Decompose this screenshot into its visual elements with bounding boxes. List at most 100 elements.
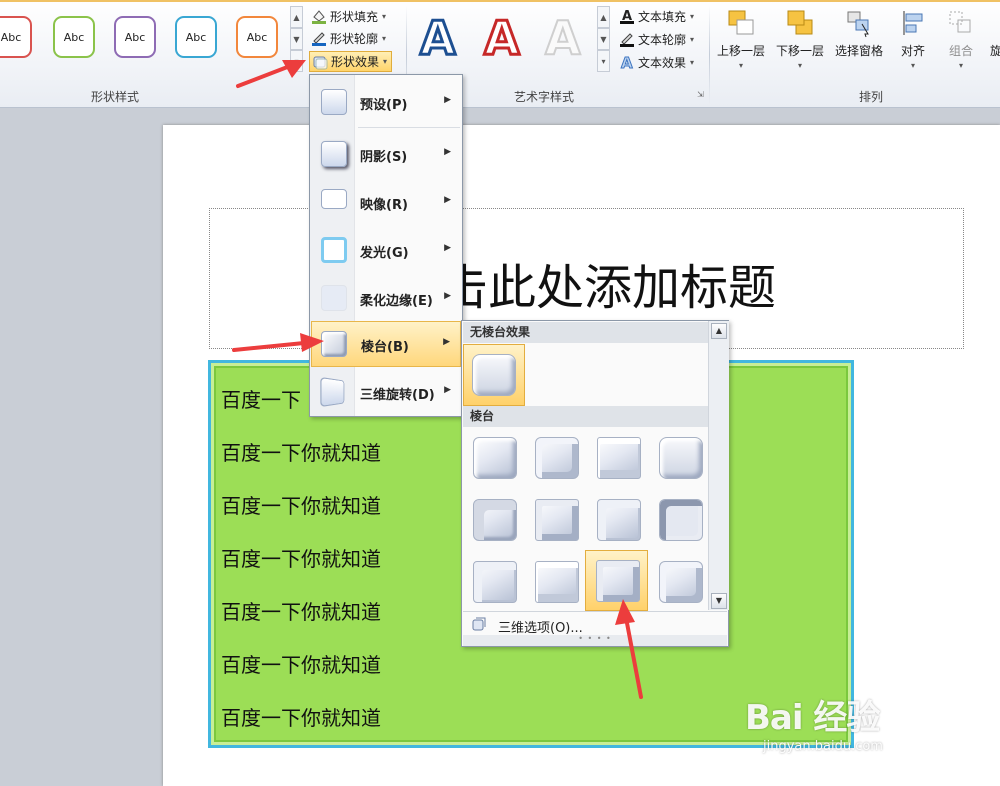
- bevel-thumb: [597, 437, 641, 479]
- shape-outline-button[interactable]: 形状轮廓 ▾: [311, 28, 386, 48]
- preset-icon: [321, 89, 347, 115]
- text-effects-button[interactable]: A 文本效果 ▾: [619, 52, 695, 73]
- chevron-down-icon: ▾: [910, 61, 915, 70]
- body-text-line: 百度一下你就知道: [221, 547, 381, 571]
- text-fill-label: 文本填充: [638, 9, 687, 24]
- text-fill-button[interactable]: A 文本填充 ▾: [619, 6, 694, 26]
- gallery-scroll-down[interactable]: ▼: [290, 28, 303, 50]
- watermark-url: jingyan.baidu.com: [763, 739, 883, 754]
- chevron-down-icon: ▾: [383, 57, 388, 66]
- shape-style-label: Abc: [185, 30, 207, 44]
- chevron-down-icon: ▾: [690, 57, 695, 67]
- bevel-option-relaxed-inset[interactable]: [528, 429, 586, 487]
- slide-title: 击此处添加标题: [440, 260, 777, 316]
- text-fill-icon: A: [619, 8, 635, 24]
- body-text-line: 百度一下你就知道: [221, 441, 381, 465]
- wordart-style-blue[interactable]: A: [419, 8, 458, 68]
- wordart-scroll-up[interactable]: ▲: [597, 6, 610, 28]
- align-button[interactable]: 对齐 ▾: [898, 8, 928, 70]
- menu-item-label: 三维旋转(D): [360, 388, 435, 403]
- shape-fill-button[interactable]: 形状填充 ▾: [311, 6, 386, 26]
- rotate-button[interactable]: 旋: [990, 8, 1000, 59]
- gallery-scrollbar[interactable]: ▲ ▼: [708, 321, 729, 610]
- menu-item-bevel[interactable]: 棱台(B) ▶: [311, 321, 461, 367]
- wordart-more[interactable]: ▾: [597, 50, 610, 72]
- selection-pane-button[interactable]: 选择窗格: [835, 8, 883, 59]
- chevron-down-icon: ▾: [690, 34, 695, 44]
- group-button[interactable]: 组合 ▾: [946, 8, 976, 70]
- bevel-option-soft-round[interactable]: [528, 491, 586, 549]
- menu-item-label: 棱台(B): [361, 340, 409, 355]
- shape-effects-label: 形状效果: [331, 55, 380, 69]
- bevel-thumb: [596, 560, 640, 602]
- menu-item-label: 发光(G): [360, 246, 409, 261]
- text-outline-button[interactable]: 文本轮廓 ▾: [619, 29, 694, 49]
- selection-pane-label: 选择窗格: [835, 44, 884, 58]
- dialog-launcher-icon[interactable]: ⇲: [697, 90, 704, 99]
- wordart-style-gray[interactable]: A: [544, 8, 582, 68]
- shape-style-purple[interactable]: Abc: [114, 16, 156, 58]
- bevel-option-angle[interactable]: [466, 491, 524, 549]
- three-d-options-button[interactable]: 三维选项(O)...: [463, 611, 727, 636]
- chevron-down-icon: ▾: [739, 61, 744, 70]
- body-text-line: 百度一下你就知道: [221, 600, 381, 624]
- menu-item-glow[interactable]: 发光(G) ▶: [311, 227, 461, 273]
- 3d-rotation-icon: [320, 376, 345, 408]
- shape-style-orange[interactable]: Abc: [236, 16, 278, 58]
- three-d-options-label: 三维选项(O)...: [498, 621, 583, 636]
- bevel-option-circle[interactable]: [466, 429, 524, 487]
- bevel-option-none[interactable]: [463, 344, 525, 406]
- soft-edges-icon: [321, 285, 347, 311]
- bevel-option-hard-edge-selected[interactable]: [585, 550, 648, 611]
- shape-effects-button[interactable]: 形状效果 ▾: [309, 51, 393, 72]
- watermark-brand: Bai 经验: [745, 698, 880, 738]
- bevel-thumb: [473, 499, 517, 541]
- glow-icon: [321, 237, 347, 263]
- gallery-scroll-up[interactable]: ▲: [290, 6, 303, 28]
- send-backward-button[interactable]: 下移一层 ▾: [776, 8, 824, 70]
- shape-effects-icon: [312, 54, 328, 70]
- shape-style-label: Abc: [246, 30, 268, 44]
- text-effects-icon: A: [619, 54, 635, 73]
- bevel-option-slope[interactable]: [652, 491, 710, 549]
- selection-pane-icon: [844, 8, 874, 38]
- menu-item-preset[interactable]: 预设(P) ▶: [311, 79, 461, 125]
- rotate-label: 旋: [990, 44, 1000, 58]
- chevron-down-icon: ▾: [382, 33, 387, 43]
- group-separator: [709, 6, 710, 104]
- bevel-thumb: [597, 499, 641, 541]
- scroll-down-icon[interactable]: ▼: [711, 593, 727, 609]
- bevel-option-art-deco[interactable]: [652, 553, 710, 611]
- bevel-option-riblet[interactable]: [528, 553, 586, 611]
- shape-style-blue[interactable]: Abc: [175, 16, 217, 58]
- wordart-scroll-down[interactable]: ▼: [597, 28, 610, 50]
- menu-item-soft-edges[interactable]: 柔化边缘(E) ▶: [311, 275, 461, 321]
- group-icon: [946, 8, 976, 38]
- chevron-right-icon: ▶: [444, 195, 451, 205]
- menu-item-3d-rotation[interactable]: 三维旋转(D) ▶: [311, 369, 461, 415]
- resize-grip[interactable]: • • • •: [463, 635, 727, 646]
- wordart-group-label: 艺术字样式: [514, 90, 575, 104]
- menu-item-label: 预设(P): [360, 98, 408, 113]
- scroll-up-icon[interactable]: ▲: [711, 323, 727, 339]
- shape-style-red[interactable]: Abc: [0, 16, 32, 58]
- menu-item-label: 阴影(S): [360, 150, 408, 165]
- gallery-more[interactable]: ▾: [290, 50, 303, 72]
- shape-style-green[interactable]: Abc: [53, 16, 95, 58]
- chevron-right-icon: ▶: [444, 147, 451, 157]
- menu-item-reflection[interactable]: 映像(R) ▶: [311, 179, 461, 225]
- bevel-option-cool-slant[interactable]: [652, 429, 710, 487]
- shadow-icon: [321, 141, 347, 167]
- bevel-option-convex[interactable]: [590, 491, 648, 549]
- bevel-thumb: [535, 499, 579, 541]
- chevron-down-icon: ▾: [690, 11, 695, 21]
- bevel-option-divot[interactable]: [466, 553, 524, 611]
- bring-forward-button[interactable]: 上移一层 ▾: [717, 8, 765, 70]
- menu-item-shadow[interactable]: 阴影(S) ▶: [311, 131, 461, 177]
- bevel-thumb: [535, 437, 579, 479]
- send-backward-label: 下移一层: [776, 44, 825, 58]
- bevel-option-cross[interactable]: [590, 429, 648, 487]
- bevel-icon: [321, 331, 347, 357]
- bevel-thumb: [473, 561, 517, 603]
- wordart-style-red[interactable]: A: [483, 8, 522, 68]
